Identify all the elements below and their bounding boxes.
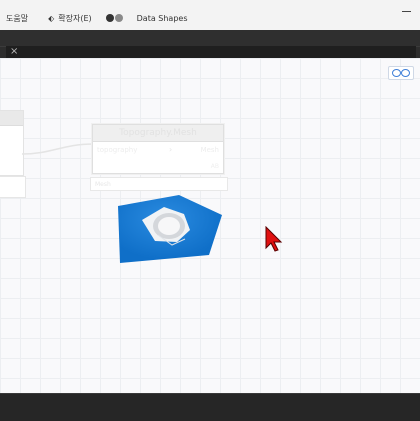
input-port-label[interactable]: topography [97,146,137,154]
workspace-canvas[interactable]: Topography.Mesh topography › Mesh AB Mes… [0,58,420,393]
output-port-label[interactable]: Mesh [201,146,219,154]
toggle-gray-icon[interactable] [114,14,123,22]
toggle-group[interactable] [105,14,123,22]
node-ports: topography › Mesh [93,142,223,160]
canvas-navigation-button[interactable] [388,66,414,80]
connector-wire[interactable] [22,142,94,156]
chevron-right-icon: › [169,145,173,154]
menu-data-shapes[interactable]: Data Shapes [131,14,194,23]
pan-icon [401,69,410,77]
node-preview-bar[interactable]: Mesh [90,177,228,191]
mouse-cursor-icon [265,226,283,252]
menu-extensions[interactable]: ⬖ 확장자(E) [42,13,98,24]
orbit-icon [392,69,401,77]
node-footer: AB [210,163,219,170]
toggle-dark-icon[interactable] [105,14,114,22]
node-title: Topography.Mesh [93,125,223,142]
puzzle-icon: ⬖ [48,13,55,23]
close-icon[interactable]: × [10,46,18,57]
menu-data-shapes-label: Data Shapes [136,13,188,23]
menu-extensions-label: 확장자(E) [58,13,92,23]
menu-help[interactable]: 도움말 [0,13,34,24]
menu-bar: 도움말 ⬖ 확장자(E) Data Shapes [0,8,194,28]
node-left-header [0,111,23,126]
title-bar: 도움말 ⬖ 확장자(E) Data Shapes [0,0,420,31]
minimize-button[interactable] [402,6,412,16]
toolbar [0,30,420,46]
status-bar [0,393,420,421]
node-left-partial[interactable] [0,110,24,176]
mesh-preview [118,195,222,263]
topography-mesh-node[interactable]: Topography.Mesh topography › Mesh AB [92,124,224,174]
node-left-output [0,176,26,198]
menu-help-label: 도움말 [6,13,29,23]
